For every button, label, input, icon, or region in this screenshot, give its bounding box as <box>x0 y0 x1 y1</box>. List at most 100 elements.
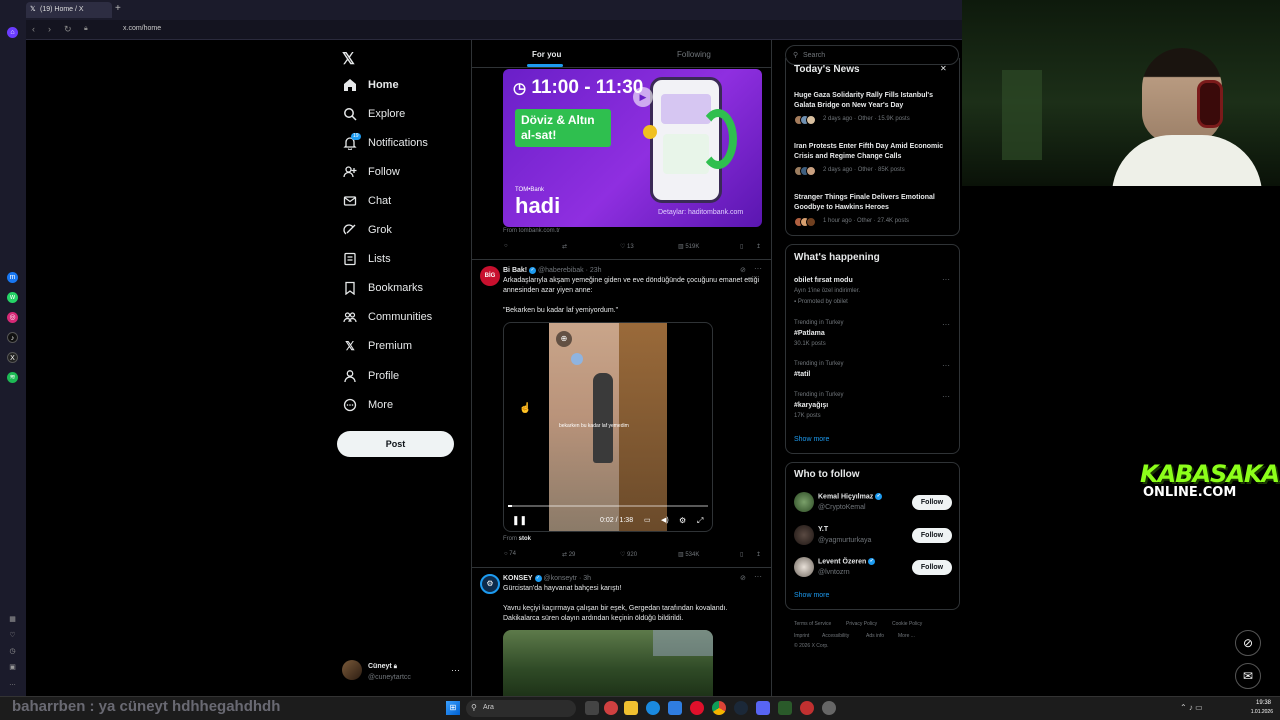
play-icon[interactable]: ▶ <box>633 87 653 107</box>
trend-more-icon[interactable]: ··· <box>942 275 950 284</box>
share-icon[interactable]: ↥ <box>756 551 761 558</box>
tweet-time[interactable]: · 23h <box>586 267 602 274</box>
taskbar-search[interactable]: ⚲ Ara <box>466 700 576 717</box>
box-icon[interactable]: ▣ <box>7 662 18 673</box>
follow-button[interactable]: Follow <box>912 528 952 543</box>
app-icon[interactable] <box>778 701 792 715</box>
footer-link[interactable]: Privacy Policy <box>846 621 877 627</box>
clock-time[interactable]: 19:38 <box>1245 700 1271 706</box>
footer-link[interactable]: Cookie Policy <box>892 621 922 627</box>
reply-icon[interactable]: ○ <box>504 243 508 249</box>
tab-for-you[interactable]: For you <box>532 50 561 59</box>
url-text[interactable]: x.com/home <box>123 25 161 32</box>
trend-name[interactable]: #karyağışı <box>794 402 828 409</box>
discord-icon[interactable] <box>756 701 770 715</box>
ad-video[interactable]: ◷ 11:00 - 11:30 Döviz & Altın al-sat! ▶ … <box>503 69 762 227</box>
nav-home[interactable]: Home <box>342 74 399 96</box>
browser-tab[interactable]: 𝕏 (19) Home / X <box>26 2 112 18</box>
video-progress[interactable] <box>508 505 708 507</box>
app-icon[interactable] <box>668 701 682 715</box>
messages-floating-icon[interactable]: ✉ <box>1235 663 1261 689</box>
avatar[interactable]: ⚙ <box>480 574 500 594</box>
source-link[interactable]: stok <box>519 536 531 542</box>
like-button[interactable]: ♡ 920 <box>620 551 637 558</box>
account-name[interactable]: Cüneyt 🔒︎ <box>368 663 397 671</box>
messenger-icon[interactable]: m <box>7 272 18 283</box>
nav-profile[interactable]: Profile <box>342 365 399 387</box>
heart-icon[interactable]: ♡ <box>7 630 18 641</box>
trend-more-icon[interactable]: ··· <box>942 320 950 329</box>
workspace-icon[interactable]: ⌂ <box>7 27 18 38</box>
views-button[interactable]: ▥ 519K <box>678 243 699 250</box>
nav-lists[interactable]: Lists <box>342 248 391 270</box>
pause-icon[interactable]: ❚❚ <box>512 515 527 526</box>
footer-link[interactable]: More ... <box>898 633 915 639</box>
spotify-icon[interactable]: ≋ <box>7 372 18 383</box>
reply-button[interactable]: ○ 74 <box>504 551 516 557</box>
post-button[interactable]: Post <box>337 431 454 457</box>
instagram-icon[interactable]: ◎ <box>7 312 18 323</box>
trend-name[interactable]: #Patlama <box>794 330 825 337</box>
tweet-video[interactable]: ⊕ bekarken bu kadar laf yemedim ❚❚ 0:02 … <box>503 322 713 532</box>
tweet-handle[interactable]: @haberebibak <box>538 267 584 274</box>
footer-link[interactable]: Accessibility <box>822 633 849 639</box>
show-more-follow[interactable]: Show more <box>794 592 829 599</box>
bookmark-icon[interactable]: ▯ <box>740 551 743 558</box>
follow-suggestion-name[interactable]: Kemal Hiçyılmaz ✓ <box>818 493 883 500</box>
follow-suggestion-name[interactable]: Y.T <box>818 526 828 533</box>
fullscreen-icon[interactable]: ⤢ <box>697 516 703 526</box>
settings-icon[interactable]: ⚙ <box>679 516 686 525</box>
avatar[interactable] <box>342 660 362 680</box>
tweet-more-icon[interactable]: ··· <box>754 572 762 581</box>
nav-follow[interactable]: Follow <box>342 161 400 183</box>
grok-tweet-icon[interactable]: ⊘ <box>740 266 746 274</box>
start-icon[interactable]: ⊞ <box>446 701 460 715</box>
avatar[interactable] <box>794 525 814 545</box>
avatar[interactable] <box>794 492 814 512</box>
tweet-author[interactable]: KONSEY <box>503 575 533 582</box>
show-more-trends[interactable]: Show more <box>794 436 829 443</box>
tweet-handle[interactable]: @konseytr <box>543 575 577 582</box>
footer-link[interactable]: Terms of Service <box>794 621 831 627</box>
tray-icons[interactable]: ⌃ ♪ ▭ <box>1180 703 1203 712</box>
grok-video-icon[interactable]: ⊕ <box>556 331 572 347</box>
avatar[interactable]: BİG <box>480 266 500 286</box>
history-icon[interactable]: ◷ <box>7 646 18 657</box>
tweet-image[interactable] <box>503 630 713 696</box>
nav-premium[interactable]: 𝕏 Premium <box>342 335 412 357</box>
nav-communities[interactable]: Communities <box>342 306 432 328</box>
news-headline[interactable]: Huge Gaza Solidarity Rally Fills Istanbu… <box>794 91 954 111</box>
captions-icon[interactable]: ▭ <box>644 516 651 524</box>
apps-icon[interactable]: ▦ <box>7 614 18 625</box>
like-button[interactable]: ♡ 13 <box>620 243 634 250</box>
nav-more[interactable]: More <box>342 394 393 416</box>
nav-explore[interactable]: Explore <box>342 103 405 125</box>
nav-notifications[interactable]: 19 Notifications <box>342 132 428 154</box>
bookmark-icon[interactable]: ▯ <box>740 243 743 250</box>
task-view-icon[interactable] <box>585 701 599 715</box>
chrome-icon[interactable] <box>712 701 726 715</box>
new-tab-button[interactable]: + <box>115 4 125 14</box>
nav-chat[interactable]: Chat <box>342 190 391 212</box>
steam-icon[interactable] <box>734 701 748 715</box>
follow-button[interactable]: Follow <box>912 495 952 510</box>
tiktok-icon[interactable]: ♪ <box>7 332 18 343</box>
edge-icon[interactable] <box>646 701 660 715</box>
ad-source[interactable]: From tombank.com.tr <box>503 228 560 234</box>
avatar[interactable] <box>794 557 814 577</box>
forward-icon[interactable]: › <box>48 24 51 34</box>
opera-taskbar-icon[interactable] <box>690 701 704 715</box>
settings-icon[interactable] <box>822 701 836 715</box>
app-icon[interactable] <box>604 701 618 715</box>
tab-following[interactable]: Following <box>677 50 711 59</box>
nav-grok[interactable]: Grok <box>342 219 392 241</box>
reload-icon[interactable]: ↻ <box>64 24 72 35</box>
grok-floating-icon[interactable]: ⊘ <box>1235 630 1261 656</box>
more-icon[interactable]: … <box>7 678 18 689</box>
x-sidebar-icon[interactable]: X <box>7 352 18 363</box>
views-button[interactable]: ▥ 534K <box>678 551 699 558</box>
volume-icon[interactable]: ◀︎) <box>661 516 669 524</box>
tweet-time[interactable]: · 3h <box>579 575 591 582</box>
nav-bookmarks[interactable]: Bookmarks <box>342 277 423 299</box>
trend-name[interactable]: #tatil <box>794 371 810 378</box>
